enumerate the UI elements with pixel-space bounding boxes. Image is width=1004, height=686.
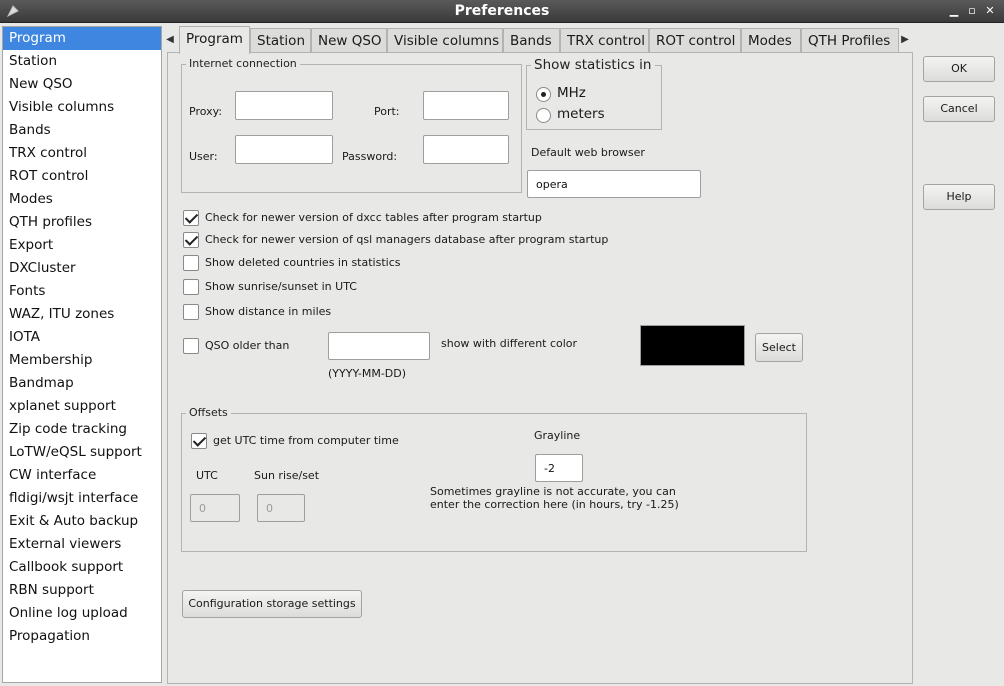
close-icon[interactable]: ✕ [982,3,998,19]
tab-bands[interactable]: Bands [503,28,560,53]
port-label: Port: [374,105,400,118]
deleted-countries-label: Show deleted countries in statistics [205,256,401,269]
password-input[interactable] [423,135,509,164]
distance-miles-checkbox[interactable] [183,304,199,320]
offsets-title: Offsets [186,406,231,419]
grayline-note-line1: Sometimes grayline is not accurate, you … [430,485,676,498]
sidebar-item-station[interactable]: Station [3,50,161,73]
offsets-group: Offsets get UTC time from computer time … [181,406,807,552]
utc-from-computer-label: get UTC time from computer time [213,434,399,447]
window-title: Preferences [454,3,550,19]
sidebar-item-visible-columns[interactable]: Visible columns [3,96,161,119]
utc-offset-input[interactable]: 0 [190,494,240,522]
different-color-label: show with different color [441,337,578,350]
tab-new-qso[interactable]: New QSO [311,28,387,53]
sidebar-item-program[interactable]: Program [3,27,161,50]
distance-miles-label: Show distance in miles [205,305,332,318]
meters-radio[interactable] [536,108,551,123]
sidebar-item-waz-itu-zones[interactable]: WAZ, ITU zones [3,303,161,326]
browser-label: Default web browser [531,146,645,159]
sidebar-item-modes[interactable]: Modes [3,188,161,211]
check-dxcc-checkbox[interactable] [183,210,199,226]
user-label: User: [189,150,218,163]
sidebar-item-external-viewers[interactable]: External viewers [3,533,161,556]
program-tab-page: Internet connection Proxy: Port: User: P… [167,52,913,684]
sidebar-item-bands[interactable]: Bands [3,119,161,142]
title-bar: Preferences ▁ ▫ ✕ [0,0,1004,23]
sidebar-item-fldigi-wsjt-interface[interactable]: fldigi/wsjt interface [3,487,161,510]
help-button[interactable]: Help [923,184,995,210]
statistics-title: Show statistics in [531,57,655,73]
internet-connection-group: Internet connection Proxy: Port: User: P… [181,57,522,193]
mhz-label: MHz [557,85,586,101]
qso-older-checkbox[interactable] [183,338,199,354]
tab-bar: ◀ Program Station New QSO Visible column… [162,26,913,54]
category-list[interactable]: Program Station New QSO Visible columns Band… [2,26,162,683]
preferences-window: Program Station New QSO Visible columns Band… [0,23,1004,686]
browser-input[interactable]: opera [527,170,701,198]
tab-scroll-right-icon[interactable]: ▶ [897,26,913,53]
deleted-countries-checkbox[interactable] [183,255,199,271]
grayline-input[interactable]: -2 [535,454,583,482]
sidebar-item-dxcluster[interactable]: DXCluster [3,257,161,280]
sidebar-item-trx-control[interactable]: TRX control [3,142,161,165]
grayline-label: Grayline [534,429,581,442]
ok-button[interactable]: OK [923,56,995,82]
sidebar-item-rbn-support[interactable]: RBN support [3,579,161,602]
tab-qth-profiles[interactable]: QTH Profiles [801,28,899,53]
proxy-input[interactable] [235,91,333,120]
sidebar-item-qth-profiles[interactable]: QTH profiles [3,211,161,234]
statistics-group: Show statistics in MHz meters [526,57,662,130]
meters-label: meters [557,106,605,122]
sunrise-utc-label: Show sunrise/sunset in UTC [205,280,357,293]
grayline-note-line2: enter the correction here (in hours, try… [430,498,679,511]
tab-rot-control[interactable]: ROT control [649,28,741,53]
check-dxcc-label: Check for newer version of dxcc tables a… [205,211,542,224]
sidebar-item-zip-code-tracking[interactable]: Zip code tracking [3,418,161,441]
tab-station[interactable]: Station [250,28,311,53]
sidebar-item-membership[interactable]: Membership [3,349,161,372]
sidebar-item-export[interactable]: Export [3,234,161,257]
maximize-icon[interactable]: ▫ [964,3,980,19]
check-qsl-label: Check for newer version of qsl managers … [205,233,609,246]
tab-trx-control[interactable]: TRX control [560,28,649,53]
sidebar-item-online-log-upload[interactable]: Online log upload [3,602,161,625]
color-swatch [640,325,745,366]
qso-older-label: QSO older than [205,339,290,352]
proxy-label: Proxy: [189,105,223,118]
sidebar-item-fonts[interactable]: Fonts [3,280,161,303]
mhz-radio[interactable] [536,87,551,102]
port-input[interactable] [423,91,509,120]
minimize-icon[interactable]: ▁ [946,3,962,19]
utc-from-computer-checkbox[interactable] [191,433,207,449]
tab-program[interactable]: Program [179,26,250,54]
select-color-button[interactable]: Select [755,333,803,362]
utc-label: UTC [196,469,218,482]
internet-connection-title: Internet connection [186,57,300,70]
sidebar-item-xplanet-support[interactable]: xplanet support [3,395,161,418]
sidebar-item-cw-interface[interactable]: CW interface [3,464,161,487]
check-qsl-checkbox[interactable] [183,232,199,248]
sunrise-offset-input[interactable]: 0 [257,494,305,522]
password-label: Password: [342,150,398,163]
sunrise-utc-checkbox[interactable] [183,279,199,295]
sidebar-item-propagation[interactable]: Propagation [3,625,161,648]
sidebar-item-bandmap[interactable]: Bandmap [3,372,161,395]
sidebar-item-iota[interactable]: IOTA [3,326,161,349]
sunrise-offset-label: Sun rise/set [254,469,320,482]
tab-visible-columns[interactable]: Visible columns [387,28,503,53]
tab-scroll-left-icon[interactable]: ◀ [162,26,178,53]
sidebar-item-lotw-eqsl-support[interactable]: LoTW/eQSL support [3,441,161,464]
cancel-button[interactable]: Cancel [923,96,995,122]
sidebar-item-callbook-support[interactable]: Callbook support [3,556,161,579]
sidebar-item-rot-control[interactable]: ROT control [3,165,161,188]
user-input[interactable] [235,135,333,164]
tab-modes[interactable]: Modes [741,28,801,53]
qso-date-input[interactable] [328,332,430,360]
sidebar-item-new-qso[interactable]: New QSO [3,73,161,96]
date-format-hint: (YYYY-MM-DD) [328,367,407,380]
sidebar-item-exit-auto-backup[interactable]: Exit & Auto backup [3,510,161,533]
configuration-storage-button[interactable]: Configuration storage settings [182,590,362,618]
